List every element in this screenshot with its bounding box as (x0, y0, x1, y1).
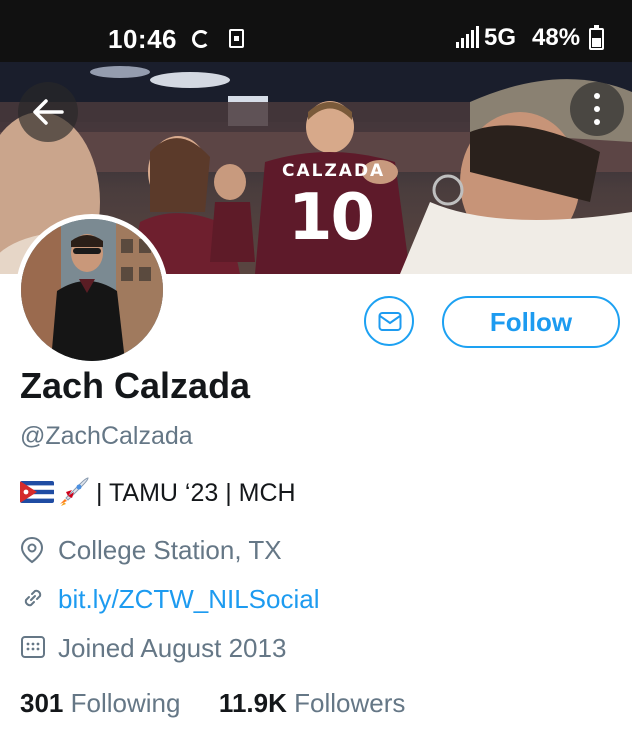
avatar-photo (21, 219, 163, 361)
website-link[interactable]: bit.ly/ZCTW_NILSocial (58, 584, 320, 615)
jersey-name: CALZADA (282, 161, 386, 181)
location-pin-icon (20, 536, 44, 564)
location-text: College Station, TX (58, 535, 282, 565)
rocket-icon (60, 477, 89, 506)
battery-level (592, 38, 601, 47)
user-handle: @ZachCalzada (20, 422, 193, 450)
envelope-icon (378, 312, 402, 331)
message-button[interactable] (364, 296, 414, 346)
display-name: Zach Calzada (20, 365, 251, 406)
sim-card-icon (229, 29, 244, 48)
bio-text: | TAMU ‘23 | MCH (96, 479, 296, 507)
following-count: 301 (20, 688, 64, 718)
link-icon (24, 589, 42, 607)
back-button[interactable] (18, 82, 78, 142)
network-type: 5G (484, 24, 517, 51)
followers-count: 11.9K (218, 688, 287, 718)
followers-link[interactable]: 11.9K Followers (219, 688, 405, 718)
jersey-number: 10 (288, 181, 375, 255)
following-link[interactable]: 301 Following (20, 688, 188, 718)
status-bar: 10:46 5G 48% (0, 0, 632, 62)
sync-icon (192, 30, 210, 48)
battery-percent: 48% (532, 24, 581, 51)
following-label: Following (70, 688, 181, 718)
more-options-button[interactable] (570, 82, 624, 136)
follow-button[interactable]: Follow (442, 296, 620, 348)
battery-icon (589, 25, 604, 50)
joined-date: Joined August 2013 (58, 633, 287, 663)
follow-stats: 301 Following 11.9K Followers (20, 688, 405, 719)
cuba-flag-icon (20, 481, 54, 503)
more-vertical-icon (594, 93, 600, 99)
avatar[interactable] (16, 214, 168, 366)
followers-label: Followers (294, 688, 406, 718)
arrow-left-icon (33, 99, 64, 125)
calendar-icon (21, 636, 45, 658)
status-time: 10:46 (108, 24, 177, 54)
